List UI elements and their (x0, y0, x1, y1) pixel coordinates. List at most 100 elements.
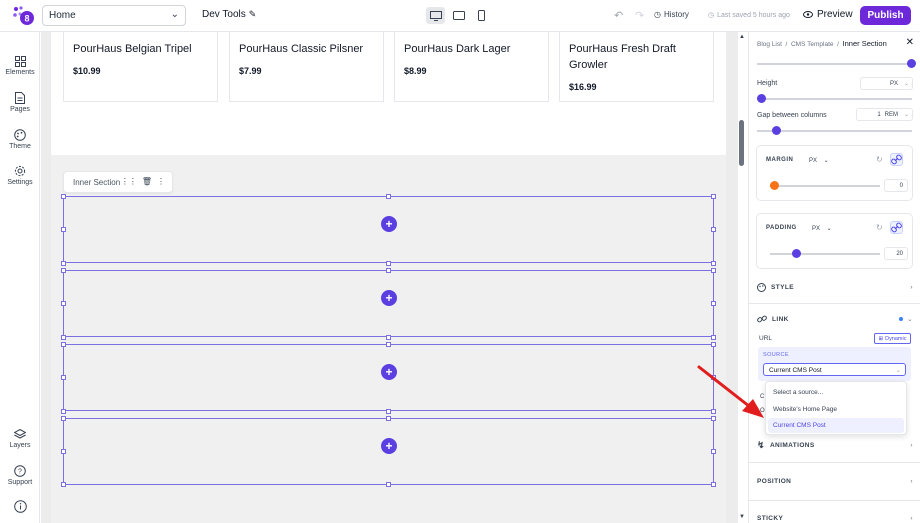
inner-section-row[interactable]: + (63, 344, 714, 411)
resize-handle[interactable] (61, 342, 66, 347)
width-slider[interactable] (757, 59, 916, 68)
reset-icon[interactable]: ↻ (876, 223, 883, 232)
info-button[interactable] (0, 500, 40, 515)
trash-icon[interactable]: 🗑 (142, 177, 152, 186)
gap-slider[interactable] (757, 126, 912, 135)
resize-handle[interactable] (61, 409, 66, 414)
redo-icon[interactable]: ↷ (635, 9, 644, 22)
padding-input[interactable]: 20 (884, 247, 908, 260)
site-title[interactable]: Dev Tools ✎ (202, 9, 256, 20)
resize-handle[interactable] (711, 194, 716, 199)
undo-icon[interactable]: ↶ (614, 9, 623, 22)
breadcrumb-item[interactable]: Blog List (757, 41, 782, 48)
resize-handle[interactable] (61, 375, 66, 380)
height-unit-select[interactable]: PX ⌄ (860, 77, 913, 90)
link-values-button[interactable] (890, 221, 903, 234)
inner-section-tag[interactable]: Inner Section ⋮⋮ 🗑 ⋮ (63, 171, 173, 193)
resize-handle[interactable] (711, 268, 716, 273)
resize-handle[interactable] (711, 482, 716, 487)
link-section[interactable]: LINK ⌄ (757, 314, 913, 324)
breadcrumb-item[interactable]: CMS Template (791, 41, 834, 48)
resize-handle[interactable] (386, 268, 391, 273)
slider-knob[interactable] (772, 126, 781, 135)
reset-icon[interactable]: ↻ (876, 155, 883, 164)
link-values-button[interactable] (890, 153, 903, 166)
margin-slider[interactable] (770, 181, 880, 190)
style-section[interactable]: STYLE › (757, 283, 913, 292)
resize-handle[interactable] (711, 342, 716, 347)
resize-handle[interactable] (386, 261, 391, 266)
position-section[interactable]: POSITION › (757, 478, 913, 485)
history-button[interactable]: ◷ History (654, 10, 689, 19)
padding-unit[interactable]: PX ⌄ (812, 225, 832, 232)
resize-handle[interactable] (61, 449, 66, 454)
add-element-button[interactable]: + (381, 290, 397, 306)
add-element-button[interactable]: + (381, 364, 397, 380)
dropdown-option[interactable]: Select a source... (768, 385, 904, 400)
source-select[interactable]: Current CMS Post ⌄ (763, 363, 906, 376)
resize-handle[interactable] (61, 268, 66, 273)
resize-handle[interactable] (61, 301, 66, 306)
rail-item-support[interactable]: ? Support (0, 465, 40, 486)
resize-handle[interactable] (711, 449, 716, 454)
slider-knob[interactable] (907, 59, 916, 68)
page-selector[interactable]: Home ⌄ (42, 5, 186, 26)
margin-input[interactable]: 0 (884, 179, 908, 192)
height-slider[interactable] (757, 94, 912, 103)
rail-item-theme[interactable]: Theme (0, 129, 40, 150)
resize-handle[interactable] (61, 227, 66, 232)
rail-item-pages[interactable]: Pages (0, 92, 40, 113)
product-card[interactable]: PourHaus Belgian Tripel $10.99 (63, 32, 218, 102)
publish-button[interactable]: Publish (860, 6, 911, 25)
resize-handle[interactable] (386, 416, 391, 421)
resize-handle[interactable] (711, 335, 716, 340)
scroll-up-icon[interactable]: ▲ (739, 34, 745, 40)
inner-section-row[interactable]: + (63, 196, 714, 263)
dropdown-option-selected[interactable]: Current CMS Post (768, 418, 904, 433)
resize-handle[interactable] (386, 335, 391, 340)
rail-item-elements[interactable]: Elements (0, 56, 40, 76)
logo[interactable]: 8 (11, 5, 35, 27)
resize-handle[interactable] (61, 335, 66, 340)
margin-unit[interactable]: PX ⌄ (809, 157, 829, 164)
dropdown-option[interactable]: Website's Home Page (768, 402, 904, 417)
gap-input[interactable]: 1 REM ⌄ (856, 108, 913, 121)
resize-handle[interactable] (61, 482, 66, 487)
animations-section[interactable]: ↯ ANIMATIONS › (757, 440, 913, 451)
add-element-button[interactable]: + (381, 438, 397, 454)
canvas-scrollbar[interactable] (739, 120, 744, 166)
scroll-down-icon[interactable]: ▼ (739, 514, 745, 520)
source-value: Current CMS Post (769, 367, 822, 374)
product-card[interactable]: PourHaus Classic Pilsner $7.99 (229, 32, 384, 102)
more-icon[interactable]: ⋮ (157, 177, 165, 186)
resize-handle[interactable] (61, 261, 66, 266)
product-card[interactable]: PourHaus Fresh Draft Growler $16.99 (559, 32, 714, 102)
resize-handle[interactable] (711, 261, 716, 266)
product-card[interactable]: PourHaus Dark Lager $8.99 (394, 32, 549, 102)
sticky-section[interactable]: STICKY › (757, 515, 913, 522)
mobile-view-button[interactable] (472, 7, 491, 24)
resize-handle[interactable] (386, 342, 391, 347)
dynamic-button[interactable]: ⊞ Dynamic (874, 333, 911, 344)
rail-item-settings[interactable]: Settings (0, 165, 40, 186)
resize-handle[interactable] (711, 301, 716, 306)
close-icon[interactable]: ✕ (906, 37, 914, 48)
resize-handle[interactable] (711, 227, 716, 232)
padding-slider[interactable] (770, 249, 880, 258)
desktop-view-button[interactable] (426, 7, 445, 24)
inner-section-row[interactable]: + (63, 418, 714, 485)
resize-handle[interactable] (61, 416, 66, 421)
resize-handle[interactable] (386, 194, 391, 199)
add-element-button[interactable]: + (381, 216, 397, 232)
drag-handle-icon[interactable]: ⋮⋮ (121, 177, 137, 186)
slider-knob[interactable] (757, 94, 766, 103)
resize-handle[interactable] (386, 409, 391, 414)
resize-handle[interactable] (61, 194, 66, 199)
tablet-view-button[interactable] (449, 7, 468, 24)
preview-button[interactable]: Preview (803, 9, 853, 20)
rail-item-layers[interactable]: Layers (0, 429, 40, 449)
inner-section-row[interactable]: + (63, 270, 714, 337)
slider-knob[interactable] (792, 249, 801, 258)
slider-knob[interactable] (770, 181, 779, 190)
resize-handle[interactable] (386, 482, 391, 487)
